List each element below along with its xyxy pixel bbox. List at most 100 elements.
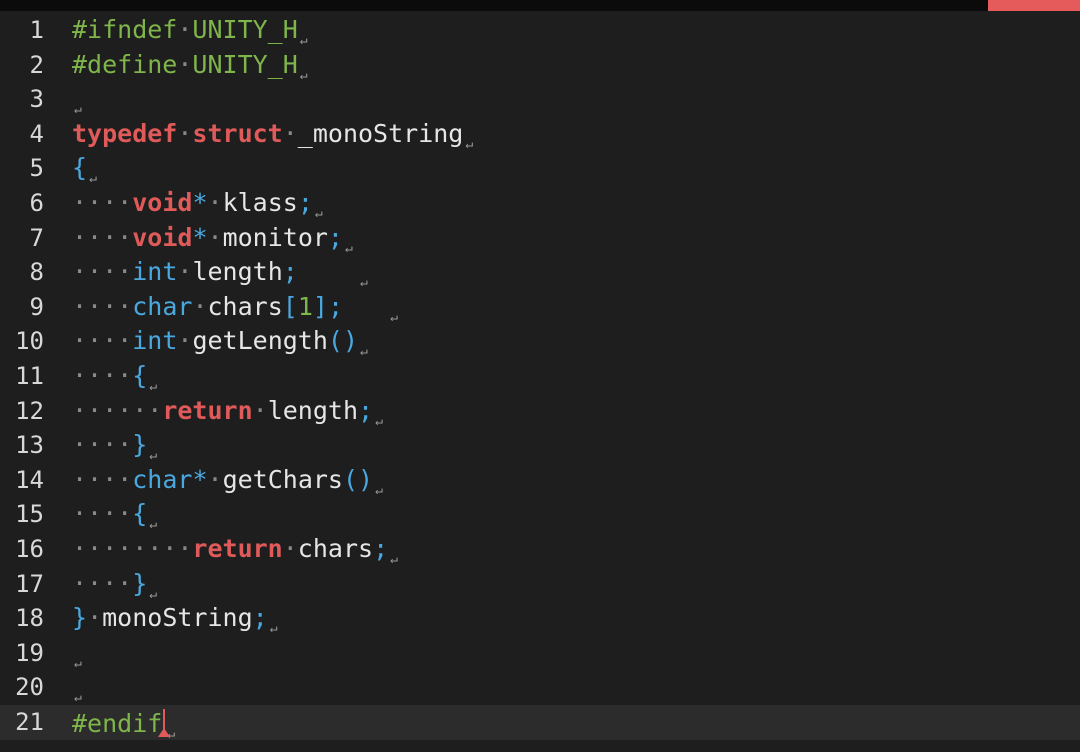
punctuation-token: } — [72, 603, 88, 633]
code-line[interactable]: 19 ↵ — [0, 636, 1080, 671]
punctuation-token: * — [192, 222, 208, 252]
code-line[interactable]: 12 ······return·length; ↵ — [0, 394, 1080, 429]
code-line[interactable]: 16 ········return·chars; ↵ — [0, 532, 1080, 568]
whitespace-marker: ···· — [72, 291, 133, 321]
identifier-token: getChars — [222, 464, 343, 494]
line-number: 3 — [29, 85, 44, 114]
line-number: 1 — [29, 16, 44, 44]
line-end-marker: ↵ — [375, 482, 383, 498]
line-end-marker: ↵ — [360, 275, 368, 291]
code-line[interactable]: 3 ↵ — [0, 82, 1080, 117]
code-line[interactable]: 4 typedef·struct·_monoString ↵ — [0, 117, 1080, 152]
whitespace-marker: ···· — [72, 188, 133, 217]
line-number: 9 — [29, 292, 44, 321]
code-line[interactable]: 2 #define·UNITY_H ↵ — [0, 48, 1080, 83]
line-number: 4 — [29, 119, 44, 148]
type-token: char — [132, 291, 193, 321]
line-end-marker: ↵ — [299, 67, 308, 83]
identifier-token: chars — [207, 291, 283, 321]
punctuation-token: ; — [252, 603, 268, 633]
punctuation-token: ]; — [312, 291, 343, 321]
punctuation-token: ; — [358, 395, 374, 425]
keyword-token: typedef — [72, 118, 178, 148]
preprocessor-token: UNITY_H — [192, 15, 298, 44]
keyword-token: return — [162, 395, 253, 425]
line-number: 11 — [15, 362, 44, 390]
whitespace-marker: ···· — [72, 222, 133, 252]
preprocessor-token: #endif — [72, 709, 163, 738]
type-token: char — [132, 464, 193, 494]
code-line[interactable]: 18}·monoString; ↵ — [0, 601, 1080, 637]
code-line[interactable]: 10 ····int·getLength() ↵ — [0, 324, 1080, 360]
code-line[interactable]: 20 ↵ — [0, 670, 1080, 705]
whitespace-marker: · — [177, 49, 193, 79]
punctuation-token: () — [342, 464, 374, 494]
whitespace-marker: ···· — [72, 568, 133, 598]
window-top-bar — [0, 0, 1080, 11]
code-line[interactable]: 13 ····} ↵ — [0, 428, 1080, 464]
line-number: 2 — [29, 50, 44, 79]
punctuation-token: ; — [282, 257, 298, 287]
code-line[interactable]: 14 ····char*·getChars() ↵ — [0, 463, 1080, 498]
identifier-token: _monoString — [297, 118, 464, 148]
punctuation-token: } — [132, 430, 148, 460]
keyword-token: void — [132, 188, 193, 217]
preprocessor-token: UNITY_H — [192, 49, 298, 79]
type-token: int — [132, 257, 178, 287]
code-line[interactable]: 15 ····{↵ — [0, 497, 1080, 533]
line-end-marker: ↵ — [149, 448, 158, 464]
whitespace-marker: ···· — [72, 464, 133, 494]
line-end-marker: ↵ — [149, 586, 158, 602]
keyword-token: struct — [192, 118, 283, 148]
line-end-marker: ↵ — [89, 171, 97, 187]
code-line[interactable]: 7 ····void*·monitor; ↵ — [0, 221, 1080, 256]
code-line[interactable]: 8 ····int·length; ↵ — [0, 255, 1080, 291]
identifier-token: chars — [297, 534, 374, 563]
preprocessor-token: #define — [72, 49, 178, 79]
line-number: 14 — [15, 465, 44, 494]
line-end-marker: ↵ — [269, 621, 278, 637]
line-number: 17 — [15, 569, 44, 598]
line-number: 7 — [29, 223, 44, 252]
code-line[interactable]: 6 ····void*·klass; ↵ — [0, 186, 1080, 222]
punctuation-token: { — [72, 153, 88, 183]
line-number: 5 — [29, 154, 44, 183]
whitespace-marker: · — [207, 222, 223, 252]
line-number: 8 — [29, 258, 44, 287]
window-close-accent[interactable] — [988, 0, 1080, 11]
whitespace-marker: ···· — [72, 361, 133, 390]
code-line[interactable]: 1 #ifndef·UNITY_H ↵ — [0, 13, 1080, 49]
type-token: int — [132, 326, 178, 356]
identifier-token: length — [267, 395, 358, 425]
line-number: 6 — [29, 189, 44, 217]
punctuation-token: } — [132, 568, 148, 598]
whitespace-marker: · — [177, 118, 193, 148]
line-number: 18 — [15, 604, 44, 633]
number-token: 1 — [297, 291, 313, 321]
code-line[interactable]: 5 {↵ — [0, 151, 1080, 187]
identifier-token: monoString — [102, 603, 253, 633]
whitespace-marker: · — [177, 326, 193, 356]
identifier-token — [298, 257, 358, 286]
code-line[interactable]: 17 ····} ↵ — [0, 567, 1080, 602]
whitespace-marker: · — [87, 603, 103, 633]
code-editor[interactable]: 1 #ifndef·UNITY_H ↵ 2 #define·UNITY_H ↵ 3 ↵ 4 typ… — [0, 13, 1080, 752]
line-end-marker: ↵ — [390, 309, 398, 325]
whitespace-marker: ···· — [72, 430, 133, 460]
line-end-marker: ↵ — [74, 690, 82, 706]
code-line[interactable]: 9 ····char·chars[1]; ↵ — [0, 290, 1080, 325]
line-end-marker: ↵ — [314, 206, 323, 221]
punctuation-token: ; — [297, 188, 313, 217]
identifier-token: klass — [222, 188, 298, 217]
whitespace-marker: ···· — [72, 326, 133, 356]
preprocessor-token: #ifndef — [72, 15, 178, 44]
line-end-marker: ↵ — [74, 102, 82, 118]
line-end-marker: ↵ — [390, 552, 398, 567]
line-end-marker: ↵ — [149, 517, 158, 533]
line-end-marker: ↵ — [465, 136, 474, 152]
line-number: 16 — [15, 535, 44, 563]
cursor-position-marker — [158, 728, 171, 737]
code-line[interactable]: 11 ····{↵ — [0, 359, 1080, 395]
whitespace-marker: · — [192, 291, 208, 321]
whitespace-marker: · — [282, 118, 298, 148]
